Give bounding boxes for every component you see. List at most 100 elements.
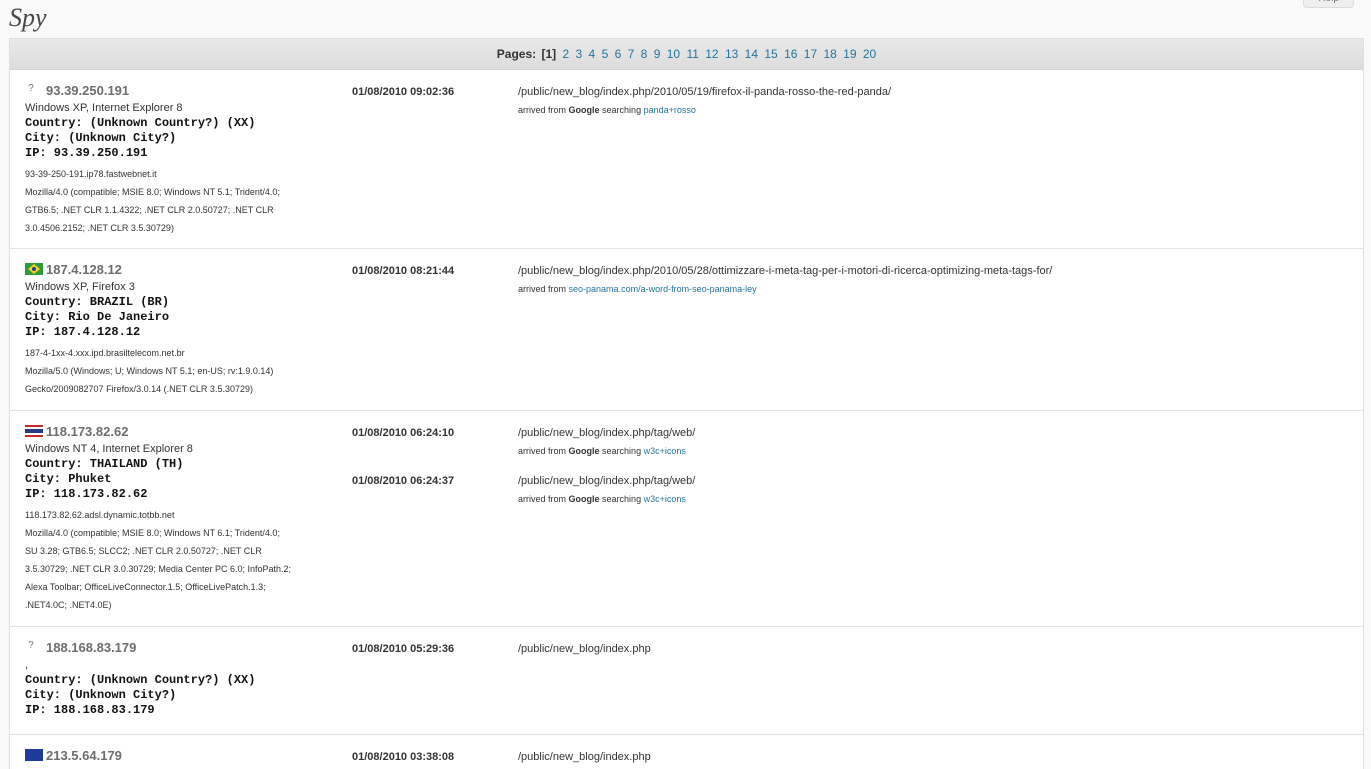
hit-url: /public/new_blog/index.php/2010/05/19/fi… <box>518 86 892 98</box>
visitor-ip: IP: 188.168.83.179 <box>25 703 155 717</box>
referrer-engine: Google <box>568 105 600 115</box>
page-link[interactable]: 2 <box>562 47 569 61</box>
referrer-prefix: arrived from <box>518 284 567 294</box>
visitor-city: City: (Unknown City?) <box>25 131 177 145</box>
unknown-flag-icon: ? <box>28 84 34 94</box>
visitor-ip-link[interactable]: 188.168.83.179 <box>46 640 136 655</box>
visitor-info: ? 188.168.83.179 , Country: (Unknown Cou… <box>25 639 335 718</box>
user-agent-line: Gecko/2009082707 Firefox/3.0.14 (.NET CL… <box>25 384 253 394</box>
page-title: Spy <box>9 3 47 32</box>
hit-url: /public/new_blog/index.php/2010/05/28/ot… <box>518 265 1053 277</box>
visit-row: ? 188.168.83.179 , Country: (Unknown Cou… <box>10 627 1363 735</box>
visitor-ip: IP: 187.4.128.12 <box>25 325 141 339</box>
page-link[interactable]: 8 <box>641 47 648 61</box>
thailand-flag-icon <box>25 425 43 437</box>
hit-time: 01/08/2010 09:02:36 <box>352 86 455 98</box>
page-link[interactable]: 16 <box>784 47 797 61</box>
referrer-prefix: arrived from <box>518 446 567 456</box>
page-link[interactable]: 7 <box>628 47 635 61</box>
visitor-city: City: Rio De Janeiro <box>25 310 170 324</box>
user-agent-line: GTB6.5; .NET CLR 1.1.4322; .NET CLR 2.0.… <box>25 205 274 215</box>
page-link[interactable]: 10 <box>667 47 680 61</box>
referrer-prefix: arrived from <box>518 494 567 504</box>
hit-time: 01/08/2010 06:24:10 <box>352 427 455 439</box>
visitor-country: Country: (Unknown Country?) (XX) <box>25 673 256 687</box>
visitor-ip: IP: 93.39.250.191 <box>25 146 148 160</box>
unknown-flag-icon: ? <box>28 641 34 651</box>
current-page: [1] <box>541 47 557 61</box>
referrer-link[interactable]: w3c+icons <box>644 446 686 456</box>
referrer-prefix: arrived from <box>518 105 567 115</box>
page-link[interactable]: 12 <box>705 47 718 61</box>
visitor-info: 118.173.82.62 Windows NT 4, Internet Exp… <box>25 423 335 614</box>
page-link[interactable]: 4 <box>589 47 596 61</box>
referrer-link[interactable]: panda+rosso <box>644 105 696 115</box>
referrer-engine: Google <box>568 446 600 456</box>
visitor-city: City: (Unknown City?) <box>25 688 177 702</box>
hit-url: /public/new_blog/index.php/tag/web/ <box>518 475 696 487</box>
user-agent-line: .NET4.0C; .NET4.0E) <box>25 600 112 610</box>
visit-row: ? 93.39.250.191 Windows XP, Internet Exp… <box>10 70 1363 249</box>
page-link[interactable]: 18 <box>823 47 836 61</box>
user-agent-line: Mozilla/4.0 (compatible; MSIE 8.0; Windo… <box>25 187 280 197</box>
hit-url: /public/new_blog/index.php <box>518 751 651 763</box>
page-link[interactable]: 9 <box>654 47 661 61</box>
page-link[interactable]: 11 <box>686 47 698 61</box>
visitor-country: Country: BRAZIL (BR) <box>25 295 170 309</box>
user-agent-line: Mozilla/5.0 (Windows; U; Windows NT 5.1;… <box>25 366 274 376</box>
visitor-host: 118.173.82.62.adsl.dynamic.totbb.net <box>25 510 175 520</box>
hit-time: 01/08/2010 06:24:37 <box>352 475 455 487</box>
visitor-country: Country: (Unknown Country?) (XX) <box>25 116 256 130</box>
user-agent-line: 3.5.30729; .NET CLR 3.0.30729; Media Cen… <box>25 564 291 574</box>
hit-time: 01/08/2010 05:29:36 <box>352 643 455 655</box>
referrer-engine: Google <box>568 494 600 504</box>
brazil-flag-icon <box>25 263 43 275</box>
referrer-link[interactable]: w3c+icons <box>644 494 686 504</box>
page-link[interactable]: 5 <box>602 47 609 61</box>
page-link[interactable]: 17 <box>804 47 817 61</box>
page-link[interactable]: 20 <box>863 47 876 61</box>
visitor-os: , <box>25 659 29 671</box>
hit-url: /public/new_blog/index.php <box>518 643 651 655</box>
page-link[interactable]: 13 <box>725 47 738 61</box>
user-agent-line: 3.0.4506.2152; .NET CLR 3.5.30729) <box>25 223 174 233</box>
visitor-ip: IP: 118.173.82.62 <box>25 487 148 501</box>
visitor-info: 187.4.128.12 Windows XP, Firefox 3 Count… <box>25 261 335 398</box>
help-button[interactable]: Help <box>1303 0 1354 8</box>
user-agent-line: Alexa Toolbar; OfficeLiveConnector.1.5; … <box>25 582 266 592</box>
visitor-host: 187-4-1xx-4.xxx.ipd.brasiltelecom.net.br <box>25 348 185 358</box>
page-link[interactable]: 19 <box>843 47 856 61</box>
page-link[interactable]: 3 <box>576 47 583 61</box>
visitor-ip-link[interactable]: 187.4.128.12 <box>46 262 122 277</box>
hit-time: 01/08/2010 08:21:44 <box>352 265 455 277</box>
visit-row: 213.5.64.179 01/08/2010 03:38:08 /public… <box>10 735 1363 769</box>
page-link[interactable]: 14 <box>745 47 758 61</box>
visitor-city: City: Phuket <box>25 472 112 486</box>
page-link[interactable]: 15 <box>764 47 777 61</box>
hit-referrer: arrived from Google searching w3c+icons <box>518 446 686 456</box>
pagination: Pages: [1] 2 3 4 5 6 7 8 9 10 11 12 13 1… <box>10 39 1363 70</box>
hit-referrer: arrived from Google searching panda+ross… <box>518 105 696 115</box>
visitor-info: ? 93.39.250.191 Windows XP, Internet Exp… <box>25 82 335 237</box>
referrer-mid: searching <box>602 446 642 456</box>
referrer-link[interactable]: seo-panama.com/a-word-from-seo-panama-le… <box>569 284 757 294</box>
visitor-ip-link[interactable]: 213.5.64.179 <box>46 748 122 763</box>
eu-flag-icon <box>25 749 43 761</box>
visitor-info: 213.5.64.179 <box>25 747 335 763</box>
visitor-ip-link[interactable]: 93.39.250.191 <box>46 83 129 98</box>
hit-referrer: arrived from seo-panama.com/a-word-from-… <box>518 284 757 294</box>
user-agent-line: SU 3.28; GTB6.5; SLCC2; .NET CLR 2.0.507… <box>25 546 262 556</box>
hit-url: /public/new_blog/index.php/tag/web/ <box>518 427 696 439</box>
user-agent-line: Mozilla/4.0 (compatible; MSIE 8.0; Windo… <box>25 528 280 538</box>
hit-time: 01/08/2010 03:38:08 <box>352 751 455 763</box>
visitor-os: Windows XP, Firefox 3 <box>25 281 135 293</box>
spy-panel: Pages: [1] 2 3 4 5 6 7 8 9 10 11 12 13 1… <box>9 38 1364 769</box>
visitor-os: Windows XP, Internet Explorer 8 <box>25 102 183 114</box>
referrer-mid: searching <box>602 105 642 115</box>
visitor-ip-link[interactable]: 118.173.82.62 <box>46 424 128 439</box>
visitor-os: Windows NT 4, Internet Explorer 8 <box>25 443 193 455</box>
visit-row: 118.173.82.62 Windows NT 4, Internet Exp… <box>10 411 1363 627</box>
referrer-mid: searching <box>602 494 642 504</box>
visit-row: 187.4.128.12 Windows XP, Firefox 3 Count… <box>10 249 1363 411</box>
page-link[interactable]: 6 <box>615 47 622 61</box>
